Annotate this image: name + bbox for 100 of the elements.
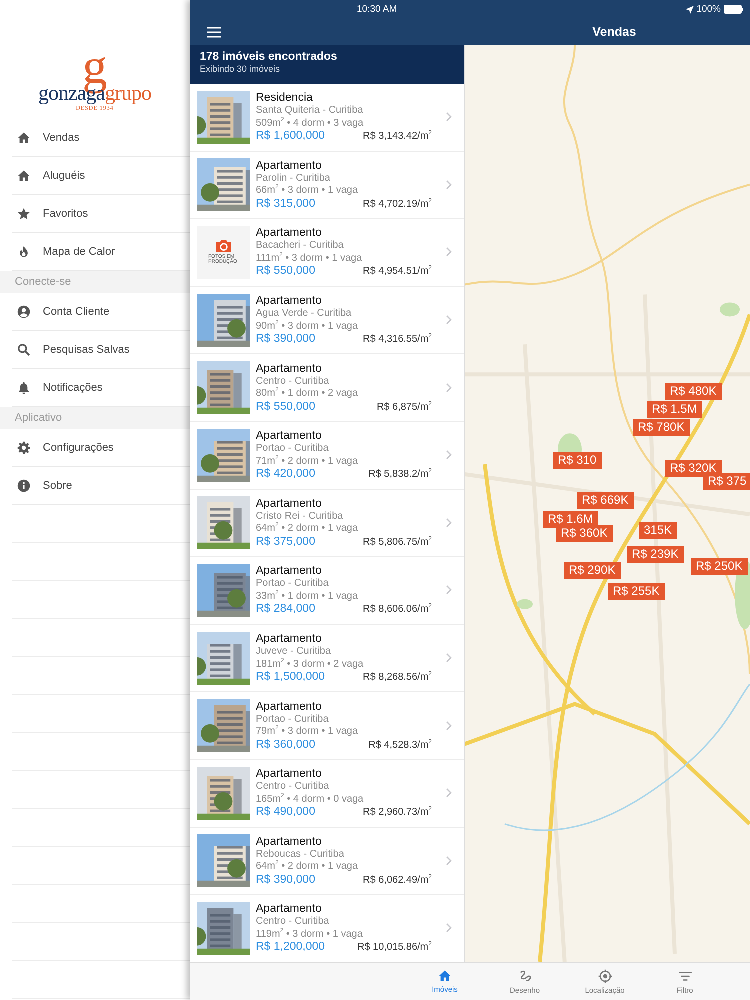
listing-specs: 79m$^{2}$ • 3 dorm • 1 vaga <box>256 726 360 739</box>
listing-row[interactable]: Residencia Santa Quiteria - Curitiba 509m$^{2}$ • 4 dorm • 3 vaga R$ 1,600,000 R$ 3,143.42/m$^{2}$ <box>190 84 464 152</box>
listing-location: Cristo Rei - Curitiba <box>256 510 344 522</box>
listing-price: R$ 1,600,000 <box>256 130 326 142</box>
price-marker[interactable]: 315K <box>639 522 678 539</box>
price-per-m2: R$ 4,316.55/m$^{2}$ <box>363 334 432 346</box>
listing-specs: 165m$^{2}$ • 4 dorm • 0 vaga <box>256 794 365 806</box>
listing-type: Apartamento <box>256 295 323 308</box>
listing-price: R$ 420,000 <box>256 468 316 480</box>
listing-row[interactable]: Apartamento Agua Verde - Curitiba 90m$^{2}$ • 3 dorm • 1 vaga R$ 390,000 R$ 4,316.55/m$^{2}$ <box>190 286 464 354</box>
chevron-icon <box>446 315 452 326</box>
listing-price: R$ 284,000 <box>256 603 316 616</box>
listing-location: Juveve - Curitiba <box>256 646 332 658</box>
listing-specs: 71m$^{2}$ • 2 dorm • 1 vaga <box>256 456 360 468</box>
listing-row[interactable]: Apartamento Centro - Curitiba 165m$^{2}$ • 4 dorm • 0 vaga R$ 490,000 R$ 2,960.73/m$^{2}$ <box>190 760 464 828</box>
target-icon <box>598 968 612 984</box>
listing-location: Santa Quiteria - Curitiba <box>256 105 364 117</box>
price-per-m2: R$ 6,875/m$^{2}$ <box>376 402 432 413</box>
listing-specs: 64m$^{2}$ • 2 dorm • 1 vaga <box>256 861 360 874</box>
chevron-icon <box>446 247 452 258</box>
listing-row[interactable]: Apartamento Juveve - Curitiba 181m$^{2}$ • 3 dorm • 2 vaga R$ 1,500,000 R$ 8,268.56/m$^{2}$ <box>190 624 464 692</box>
listing-type: Apartamento <box>256 362 323 376</box>
listing-row[interactable]: Apartamento Portao - Curitiba 79m$^{2}$ • 3 dorm • 1 vaga R$ 360,000 R$ 4,528.3/m$^{2}$ <box>190 692 464 760</box>
price-per-m2: R$ 6,062.49/m$^{2}$ <box>363 874 432 886</box>
listing-location: Centro - Curitiba <box>256 916 330 928</box>
listing-price: R$ 490,000 <box>256 806 316 818</box>
chevron-icon <box>446 720 452 731</box>
listing-type: Apartamento <box>256 227 323 240</box>
chevron-icon <box>446 788 452 798</box>
price-marker[interactable]: R$ 669K <box>577 492 634 509</box>
price-marker[interactable]: R$ 480K <box>665 383 722 400</box>
listing-location: Reboucas - Curitiba <box>256 848 346 860</box>
listing-price: R$ 550,000 <box>256 400 316 413</box>
listing-row[interactable]: Apartamento Reboucas - Curitiba 64m$^{2}$ • 2 dorm • 1 vaga R$ 390,000 R$ 6,062.49/m$^{2}$ <box>190 828 464 896</box>
listing-location: Centro - Curitiba <box>256 781 330 793</box>
results-showing: Exibindo 30 imóveis <box>200 64 282 74</box>
price-marker[interactable]: R$ 360K <box>556 525 613 542</box>
battery-icon <box>724 5 744 14</box>
price-marker[interactable]: R$ 255K <box>608 583 665 600</box>
house-icon <box>17 130 31 144</box>
listing-type: Apartamento <box>256 700 323 714</box>
listing-price: R$ 315,000 <box>256 198 316 210</box>
listing-type: Apartamento <box>256 903 323 916</box>
price-marker[interactable]: R$ 290K <box>564 562 621 579</box>
price-per-m2: R$ 4,702.19/m$^{2}$ <box>363 198 432 210</box>
chevron-icon <box>446 382 452 393</box>
listing-type: Apartamento <box>256 430 323 444</box>
listing-specs: 181m$^{2}$ • 3 dorm • 2 vaga <box>256 658 365 672</box>
squiggle-icon <box>518 968 532 984</box>
listing-row[interactable]: Apartamento Cristo Rei - Curitiba 64m$^{2}$ • 2 dorm • 1 vaga R$ 375,000 R$ 5,806.75/m$^{2}$ <box>190 490 464 558</box>
listing-row[interactable]: Apartamento Portao - Curitiba 71m$^{2}$ • 2 dorm • 1 vaga R$ 420,000 R$ 5,838.2/m$^{2}$ <box>190 422 464 490</box>
house-icon <box>17 168 31 182</box>
listing-location: Portao - Curitiba <box>256 443 330 455</box>
listing-type: Apartamento <box>256 498 323 511</box>
listing-location: Portao - Curitiba <box>256 714 330 725</box>
price-marker[interactable]: R$ 375 <box>703 473 750 490</box>
section-header: Conecte-se <box>0 271 190 293</box>
status-time: 10:30 AM <box>357 4 398 15</box>
listing-type: Apartamento <box>256 768 323 782</box>
chevron-icon <box>446 180 452 190</box>
price-marker[interactable]: R$ 780K <box>633 419 690 436</box>
camera-icon <box>214 238 232 253</box>
listing-location: Centro - Curitiba <box>256 376 330 387</box>
price-per-m2: R$ 5,806.75/m$^{2}$ <box>363 536 432 548</box>
price-per-m2: R$ 4,528.3/m$^{2}$ <box>368 740 432 751</box>
flame-icon <box>17 244 31 258</box>
chevron-icon <box>446 585 452 596</box>
listing-specs: 509m$^{2}$ • 4 dorm • 3 vaga <box>256 118 365 130</box>
section-header: Aplicativo <box>0 407 190 429</box>
search-icon <box>17 342 31 356</box>
bell-icon <box>17 380 31 394</box>
listing-price: R$ 550,000 <box>256 265 316 278</box>
listing-price: R$ 1,500,000 <box>256 671 326 684</box>
listing-price: R$ 1,200,000 <box>256 941 326 954</box>
chevron-icon <box>446 450 452 460</box>
chevron-icon <box>446 518 452 528</box>
listing-specs: 119m$^{2}$ • 3 dorm • 1 vaga <box>256 928 364 942</box>
listing-row[interactable]: Apartamento Parolin - Curitiba 66m$^{2}$ • 3 dorm • 1 vaga R$ 315,000 R$ 4,702.19/m$^{2}$ <box>190 152 464 220</box>
price-marker[interactable]: R$ 1.5M <box>647 401 702 418</box>
price-marker[interactable]: R$ 250K <box>691 558 748 575</box>
listing-row[interactable]: Apartamento Portao - Curitiba 33m$^{2}$ • 1 dorm • 1 vaga R$ 284,000 R$ 8,606.06/m$^{2}$ <box>190 557 464 625</box>
listing-type: Apartamento <box>256 633 323 646</box>
settings-icon <box>17 440 31 454</box>
price-marker[interactable]: R$ 320K <box>665 460 722 477</box>
info-icon <box>17 478 31 492</box>
location-arrow-icon <box>686 6 694 14</box>
listing-specs: 33m$^{2}$ • 1 dorm • 1 vaga <box>256 590 360 604</box>
listing-location: Parolin - Curitiba <box>256 172 332 184</box>
chevron-icon <box>446 112 452 122</box>
listing-row[interactable]: Apartamento Centro - Curitiba 80m$^{2}$ • 1 dorm • 2 vaga R$ 550,000 R$ 6,875/m$^{2}$ <box>190 354 464 422</box>
menu-icon[interactable] <box>207 26 221 38</box>
listing-specs: 80m$^{2}$ • 1 dorm • 2 vaga <box>256 388 360 401</box>
price-marker[interactable]: R$ 310 <box>553 452 602 469</box>
listing-specs: 90m$^{2}$ • 3 dorm • 1 vaga <box>256 320 360 334</box>
price-marker[interactable]: R$ 239K <box>627 546 684 563</box>
results-count: 178 imóveis encontrados <box>200 51 338 63</box>
listing-price: R$ 375,000 <box>256 536 316 548</box>
listing-location: Bacacheri - Curitiba <box>256 240 345 252</box>
price-per-m2: R$ 4,954.51/m$^{2}$ <box>363 266 432 278</box>
price-per-m2: R$ 8,268.56/m$^{2}$ <box>363 672 432 684</box>
